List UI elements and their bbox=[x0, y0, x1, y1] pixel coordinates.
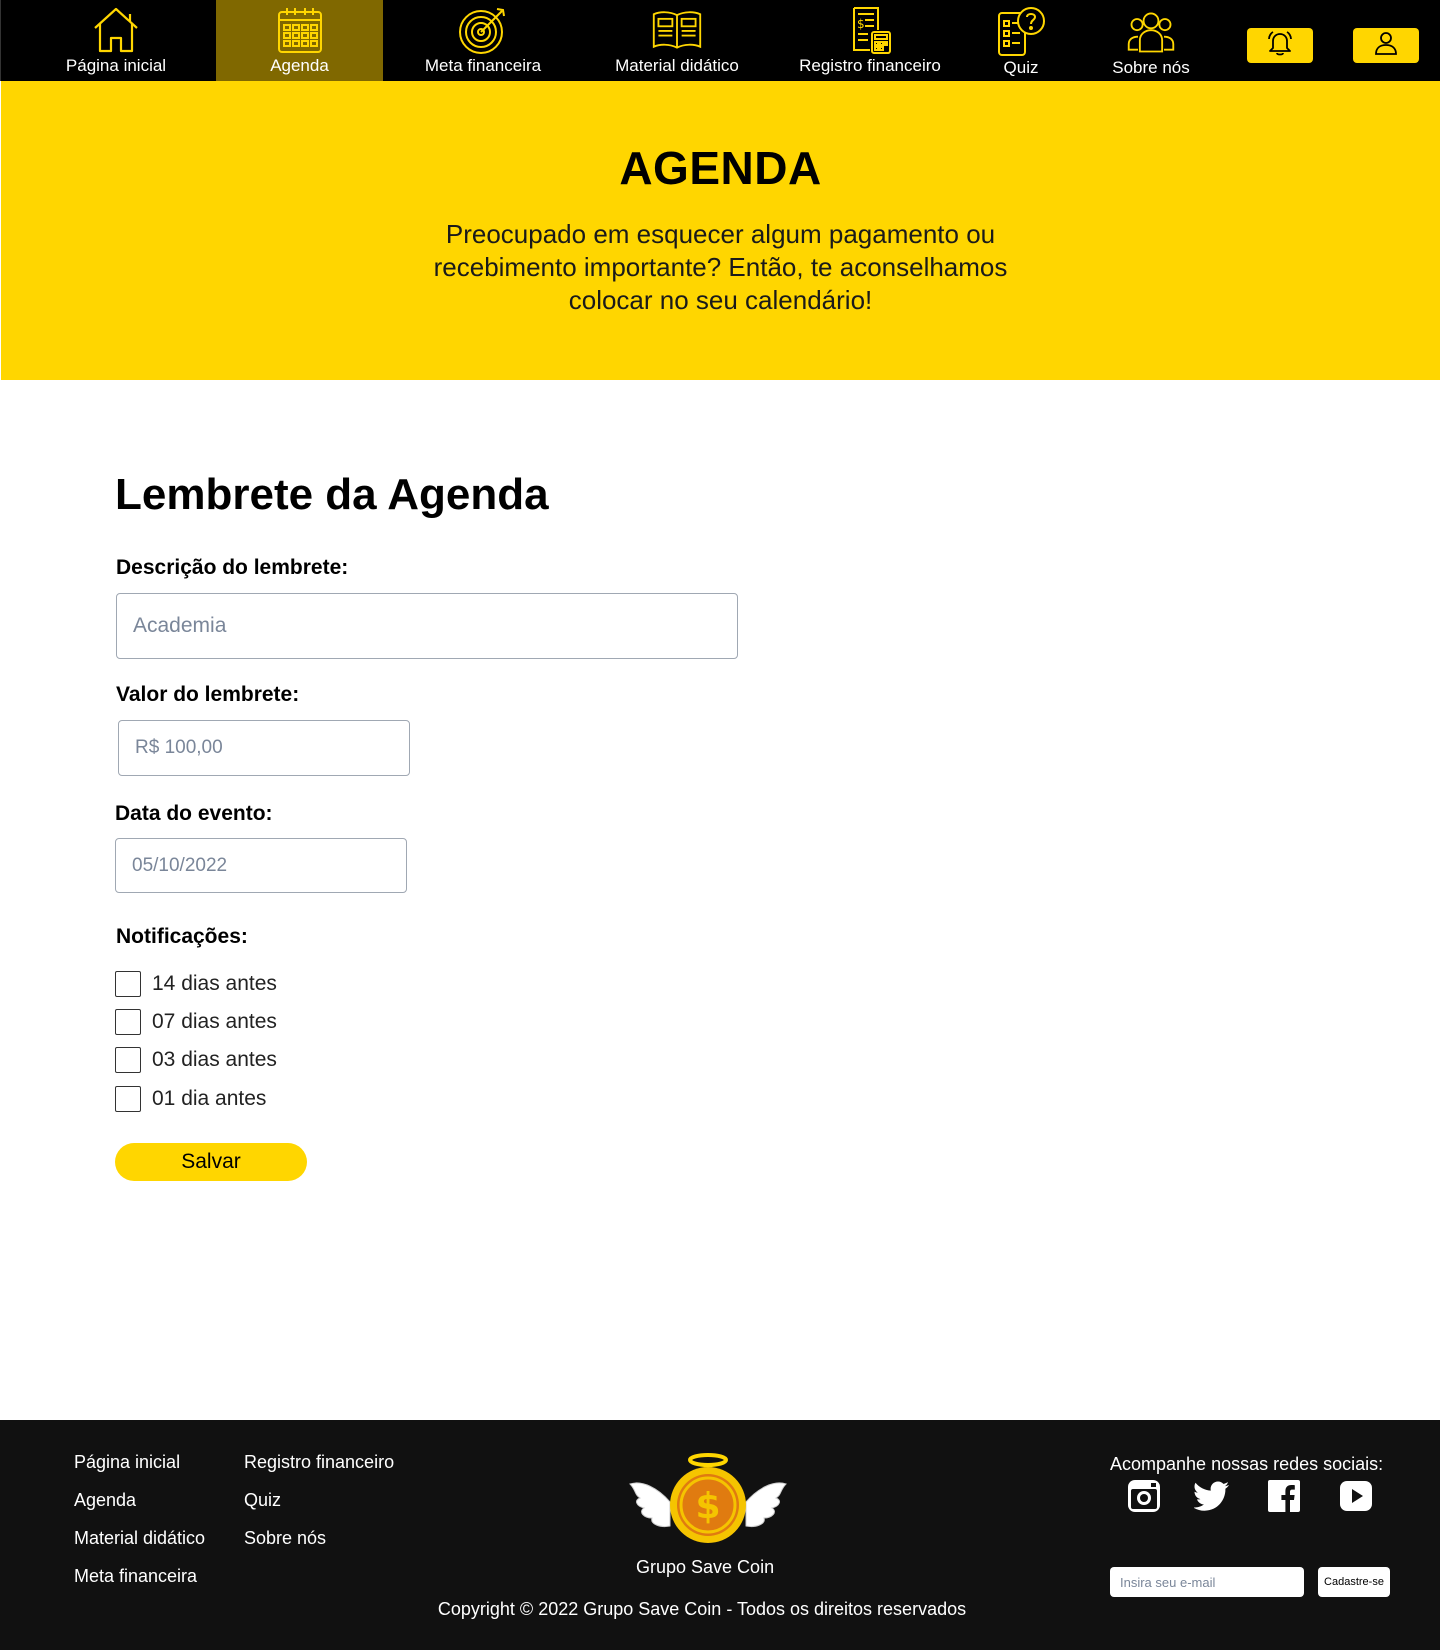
footer-link-sobre-nos[interactable]: Sobre nós bbox=[244, 1528, 326, 1549]
group-icon bbox=[1125, 6, 1177, 58]
target-icon bbox=[457, 4, 509, 56]
description-input[interactable] bbox=[116, 593, 738, 659]
footer-link-registro-financeiro[interactable]: Registro financeiro bbox=[244, 1452, 394, 1473]
newsletter-email-input[interactable] bbox=[1110, 1567, 1304, 1597]
notification-option-label: 14 dias antes bbox=[152, 972, 277, 995]
nav-label-material-didatico: Material didático bbox=[615, 56, 739, 75]
book-icon bbox=[651, 4, 703, 56]
notification-option-03[interactable]: 03 dias antes bbox=[115, 1047, 277, 1073]
youtube-icon bbox=[1339, 1480, 1373, 1517]
nav-label-agenda: Agenda bbox=[270, 56, 329, 75]
footer-link-agenda[interactable]: Agenda bbox=[74, 1490, 136, 1511]
profile-button[interactable] bbox=[1353, 28, 1419, 63]
footer-link-pagina-inicial[interactable]: Página inicial bbox=[74, 1452, 180, 1473]
svg-text:$: $ bbox=[695, 1486, 720, 1527]
nav-item-sobre-nos[interactable]: Sobre nós bbox=[1106, 0, 1196, 81]
copyright-text: Copyright © 2022 Grupo Save Coin - Todos… bbox=[437, 1599, 967, 1619]
checkbox[interactable] bbox=[115, 1009, 141, 1035]
nav-item-quiz[interactable]: Quiz bbox=[986, 0, 1056, 81]
nav-item-registro-financeiro[interactable]: $ Registro financeiro bbox=[791, 0, 949, 81]
social-title: Acompanhe nossas redes sociais: bbox=[1110, 1454, 1384, 1474]
twitter-link[interactable] bbox=[1193, 1480, 1230, 1516]
user-icon bbox=[1372, 29, 1400, 62]
svg-text:$: $ bbox=[857, 17, 865, 31]
save-coin-logo: $ bbox=[628, 1450, 788, 1550]
notification-option-01[interactable]: 01 dia antes bbox=[115, 1086, 266, 1112]
twitter-icon bbox=[1193, 1481, 1230, 1516]
footer-link-meta-financeira[interactable]: Meta financeira bbox=[74, 1566, 197, 1587]
nav-label-registro-financeiro: Registro financeiro bbox=[799, 56, 941, 75]
checkbox[interactable] bbox=[115, 971, 141, 997]
notification-option-07[interactable]: 07 dias antes bbox=[115, 1009, 277, 1035]
nav-item-material-didatico[interactable]: Material didático bbox=[601, 0, 753, 81]
notification-option-label: 01 dia antes bbox=[152, 1087, 267, 1110]
facebook-icon bbox=[1268, 1479, 1300, 1517]
calendar-icon bbox=[274, 4, 326, 56]
facebook-link[interactable] bbox=[1266, 1479, 1302, 1517]
footer-link-quiz[interactable]: Quiz bbox=[244, 1490, 281, 1511]
nav-label-home: Página inicial bbox=[65, 56, 167, 75]
nav-item-meta-financeira[interactable]: Meta financeira bbox=[406, 0, 560, 81]
nav-label-meta-financeira: Meta financeira bbox=[424, 56, 542, 75]
hero-subtitle: Preocupado em esquecer algum pagamento o… bbox=[433, 219, 1008, 315]
receipt-calculator-icon: $ bbox=[844, 4, 896, 56]
nav-item-agenda[interactable]: Agenda bbox=[216, 0, 383, 81]
form-title: Lembrete da Agenda bbox=[115, 470, 549, 519]
nav-label-sobre-nos: Sobre nós bbox=[1112, 58, 1190, 77]
top-navbar: Página inicial Agenda Meta financeira Ma… bbox=[0, 0, 1440, 81]
footer-link-material-didatico[interactable]: Material didático bbox=[74, 1528, 205, 1549]
notifications-button[interactable] bbox=[1247, 28, 1313, 63]
description-label: Descrição do lembrete: bbox=[116, 556, 349, 579]
home-icon bbox=[90, 4, 142, 56]
notification-option-label: 07 dias antes bbox=[152, 1010, 277, 1033]
save-button[interactable]: Salvar bbox=[115, 1143, 307, 1181]
quiz-icon bbox=[995, 6, 1047, 58]
date-label: Data do evento: bbox=[115, 802, 273, 825]
notifications-label: Notificações: bbox=[116, 925, 248, 948]
hero-banner: AGENDA Preocupado em esquecer algum paga… bbox=[1, 81, 1440, 380]
checkbox[interactable] bbox=[115, 1047, 141, 1073]
page-title: AGENDA bbox=[619, 142, 822, 194]
nav-label-quiz: Quiz bbox=[1003, 58, 1039, 77]
date-input[interactable] bbox=[115, 838, 407, 893]
newsletter-signup-button[interactable]: Cadastre-se bbox=[1318, 1567, 1390, 1597]
footer-brand-name: Grupo Save Coin bbox=[636, 1557, 775, 1577]
youtube-link[interactable] bbox=[1338, 1480, 1374, 1516]
notification-option-label: 03 dias antes bbox=[152, 1048, 277, 1071]
value-input[interactable] bbox=[118, 720, 410, 776]
nav-item-home[interactable]: Página inicial bbox=[51, 0, 181, 81]
checkbox[interactable] bbox=[115, 1086, 141, 1112]
bell-icon bbox=[1266, 29, 1294, 62]
notification-option-14[interactable]: 14 dias antes bbox=[115, 971, 277, 997]
value-label: Valor do lembrete: bbox=[116, 683, 300, 706]
instagram-link[interactable] bbox=[1126, 1479, 1162, 1518]
instagram-icon bbox=[1127, 1479, 1161, 1518]
